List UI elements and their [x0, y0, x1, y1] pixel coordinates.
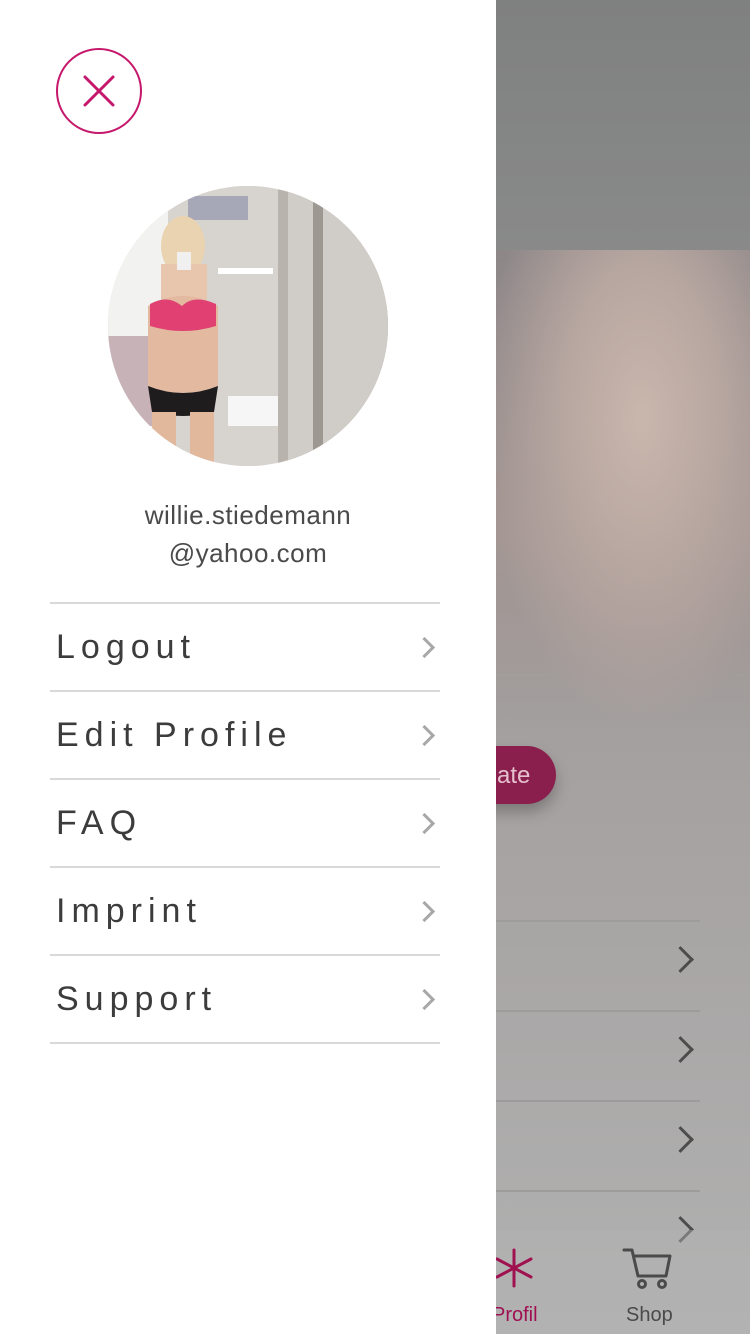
tab-shop[interactable]: Shop [626, 1304, 673, 1327]
menu-item-label: Edit Profile [56, 715, 293, 754]
background-list [496, 920, 700, 1280]
chevron-right-icon [667, 1126, 694, 1153]
asterisk-icon[interactable] [492, 1246, 536, 1290]
user-email: willie.stiedemann @yahoo.com [50, 496, 446, 572]
menu-item-imprint[interactable]: Imprint [50, 866, 440, 954]
drawer-menu: Logout Edit Profile FAQ Imprint Support [50, 602, 440, 1044]
background-cta-label: ate [497, 762, 531, 789]
close-icon [83, 75, 115, 107]
close-button[interactable] [56, 48, 142, 134]
chevron-right-icon [413, 988, 436, 1011]
chevron-right-icon [667, 946, 694, 973]
side-drawer: willie.stiedemann @yahoo.com Logout Edit… [0, 0, 496, 1334]
email-line-1: willie.stiedemann [144, 500, 352, 530]
menu-item-label: Logout [56, 627, 196, 666]
menu-item-label: Support [56, 979, 218, 1018]
avatar[interactable] [108, 186, 388, 466]
chevron-right-icon [413, 636, 436, 659]
cart-icon[interactable] [622, 1246, 674, 1290]
menu-item-logout[interactable]: Logout [50, 602, 440, 690]
tab-profil[interactable]: Profil [492, 1304, 538, 1327]
chevron-right-icon [413, 812, 436, 835]
menu-item-support[interactable]: Support [50, 954, 440, 1044]
menu-item-label: Imprint [56, 891, 202, 930]
list-item[interactable] [496, 1100, 700, 1190]
chevron-right-icon [413, 724, 436, 747]
avatar-photo [108, 186, 388, 466]
list-item[interactable] [496, 1010, 700, 1100]
menu-item-faq[interactable]: FAQ [50, 778, 440, 866]
menu-item-label: FAQ [56, 803, 143, 842]
chevron-right-icon [413, 900, 436, 923]
chevron-right-icon [667, 1036, 694, 1063]
menu-item-edit-profile[interactable]: Edit Profile [50, 690, 440, 778]
email-line-2: @yahoo.com [168, 538, 328, 568]
list-item[interactable] [496, 920, 700, 1010]
background-photo [480, 250, 750, 730]
